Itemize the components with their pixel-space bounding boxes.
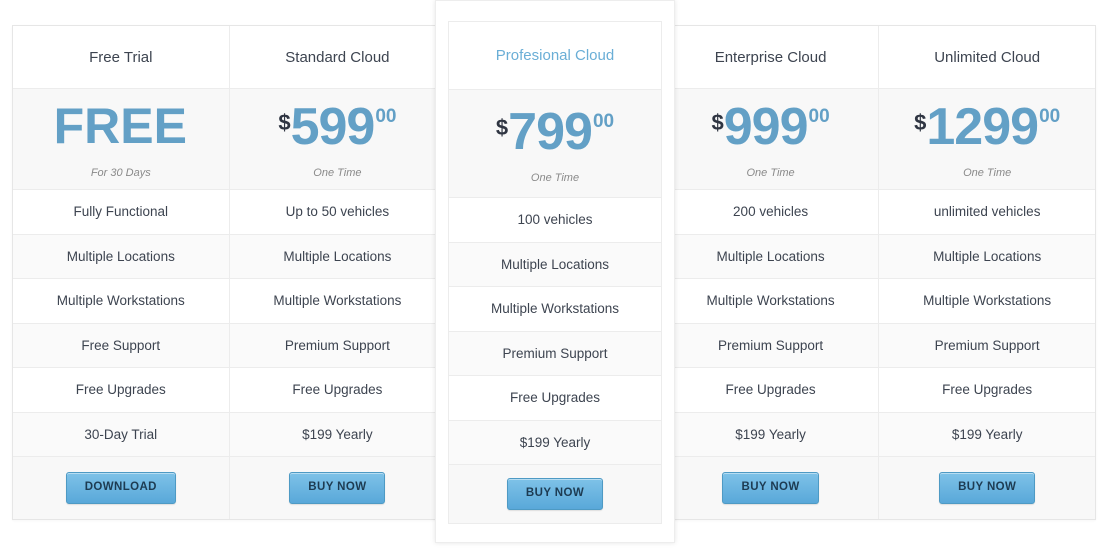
feature-cell: Multiple Workstations [229,279,446,324]
price-period: One Time [313,167,362,179]
plan-price: $ 799 00 One Time [449,90,661,198]
feature-cell: $199 Yearly [662,412,879,457]
plan-name: Profesional Cloud [449,22,661,90]
price-currency: $ [278,110,291,135]
price-period: One Time [530,171,580,184]
feature-cell: $199 Yearly [879,412,1095,457]
plan-name: Standard Cloud [229,26,446,89]
price-period: One Time [963,167,1012,179]
feature-cell: Free Upgrades [879,368,1095,413]
price-cents: 00 [592,110,615,132]
feature-cell: $199 Yearly [229,412,446,457]
feature-cell: Multiple Workstations [13,279,229,324]
feature-cell: Premium Support [449,331,661,376]
feature-cell: Premium Support [879,323,1095,368]
plan-action-cell: BUY NOW [662,457,879,519]
feature-cell: unlimited vehicles [879,190,1095,235]
price-line: $ 999 00 [711,98,830,156]
feature-cell: Free Upgrades [229,368,446,413]
feature-cell: Multiple Locations [662,234,879,279]
plan-price: FREE For 30 Days [13,89,229,190]
price-cents: 00 [375,106,397,127]
feature-cell: Free Upgrades [662,368,879,413]
feature-cell: Multiple Locations [229,234,446,279]
price-amount: 599 [290,98,376,156]
price-amount: 999 [723,98,809,156]
feature-cell: Free Upgrades [449,376,661,421]
plan-action-cell: BUY NOW [449,465,661,523]
plan-column-unlimited-cloud: Unlimited Cloud $ 1299 00 One Time unlim… [879,26,1095,519]
plan-column-profesional-cloud: Profesional Cloud $ 799 00 One Time 100 … [448,21,662,524]
feature-cell: Free Support [13,323,229,368]
feature-cell: Premium Support [229,323,446,368]
price-line: $ 799 00 [495,102,615,161]
plan-name: Unlimited Cloud [879,26,1095,89]
feature-cell: 100 vehicles [449,198,661,243]
price-cents: 00 [1039,106,1061,127]
price-period: One Time [746,167,795,179]
buy-now-button[interactable]: BUY NOW [506,478,604,510]
plan-action-cell: BUY NOW [229,457,446,519]
plan-name: Enterprise Cloud [662,26,879,89]
plan-action-cell: DOWNLOAD [13,457,229,519]
feature-cell: Multiple Locations [13,234,229,279]
plan-column-enterprise-cloud: Enterprise Cloud $ 999 00 One Time 200 v… [662,26,880,519]
plan-action-cell: BUY NOW [879,457,1095,519]
feature-cell: 30-Day Trial [13,412,229,457]
plan-price: $ 999 00 One Time [662,89,879,190]
price-period: For 30 Days [90,167,151,179]
price-amount: FREE [53,98,187,154]
feature-cell: Multiple Locations [449,242,661,287]
price-line: $ 1299 00 [914,98,1061,156]
feature-cell: Multiple Workstations [662,279,879,324]
feature-cell: 200 vehicles [662,190,879,235]
feature-cell: $199 Yearly [449,420,661,465]
feature-cell: Multiple Workstations [449,287,661,332]
download-button[interactable]: DOWNLOAD [65,472,176,504]
feature-cell: Up to 50 vehicles [229,190,446,235]
buy-now-button[interactable]: BUY NOW [722,472,819,504]
price-line: $ 599 00 [278,98,397,156]
feature-cell: Fully Functional [13,190,229,235]
feature-cell: Multiple Locations [879,234,1095,279]
plan-price: $ 1299 00 One Time [879,89,1095,190]
buy-now-button[interactable]: BUY NOW [939,472,1036,504]
featured-plan-frame: Profesional Cloud $ 799 00 One Time 100 … [435,0,675,543]
feature-cell: Multiple Workstations [879,279,1095,324]
price-amount: 1299 [926,98,1039,156]
feature-cell: Free Upgrades [13,368,229,413]
feature-cell: Premium Support [662,323,879,368]
price-currency: $ [711,110,724,135]
price-line: FREE [53,98,188,154]
price-currency: $ [914,110,927,135]
price-amount: 799 [508,102,593,161]
buy-now-button[interactable]: BUY NOW [289,472,386,504]
plan-price: $ 599 00 One Time [229,89,446,190]
price-currency: $ [495,114,509,140]
plan-column-standard-cloud: Standard Cloud $ 599 00 One Time Up to 5… [229,26,447,519]
price-cents: 00 [808,106,830,127]
plan-column-free-trial: Free Trial FREE For 30 Days Fully Functi… [13,26,230,519]
plan-name: Free Trial [13,26,229,89]
